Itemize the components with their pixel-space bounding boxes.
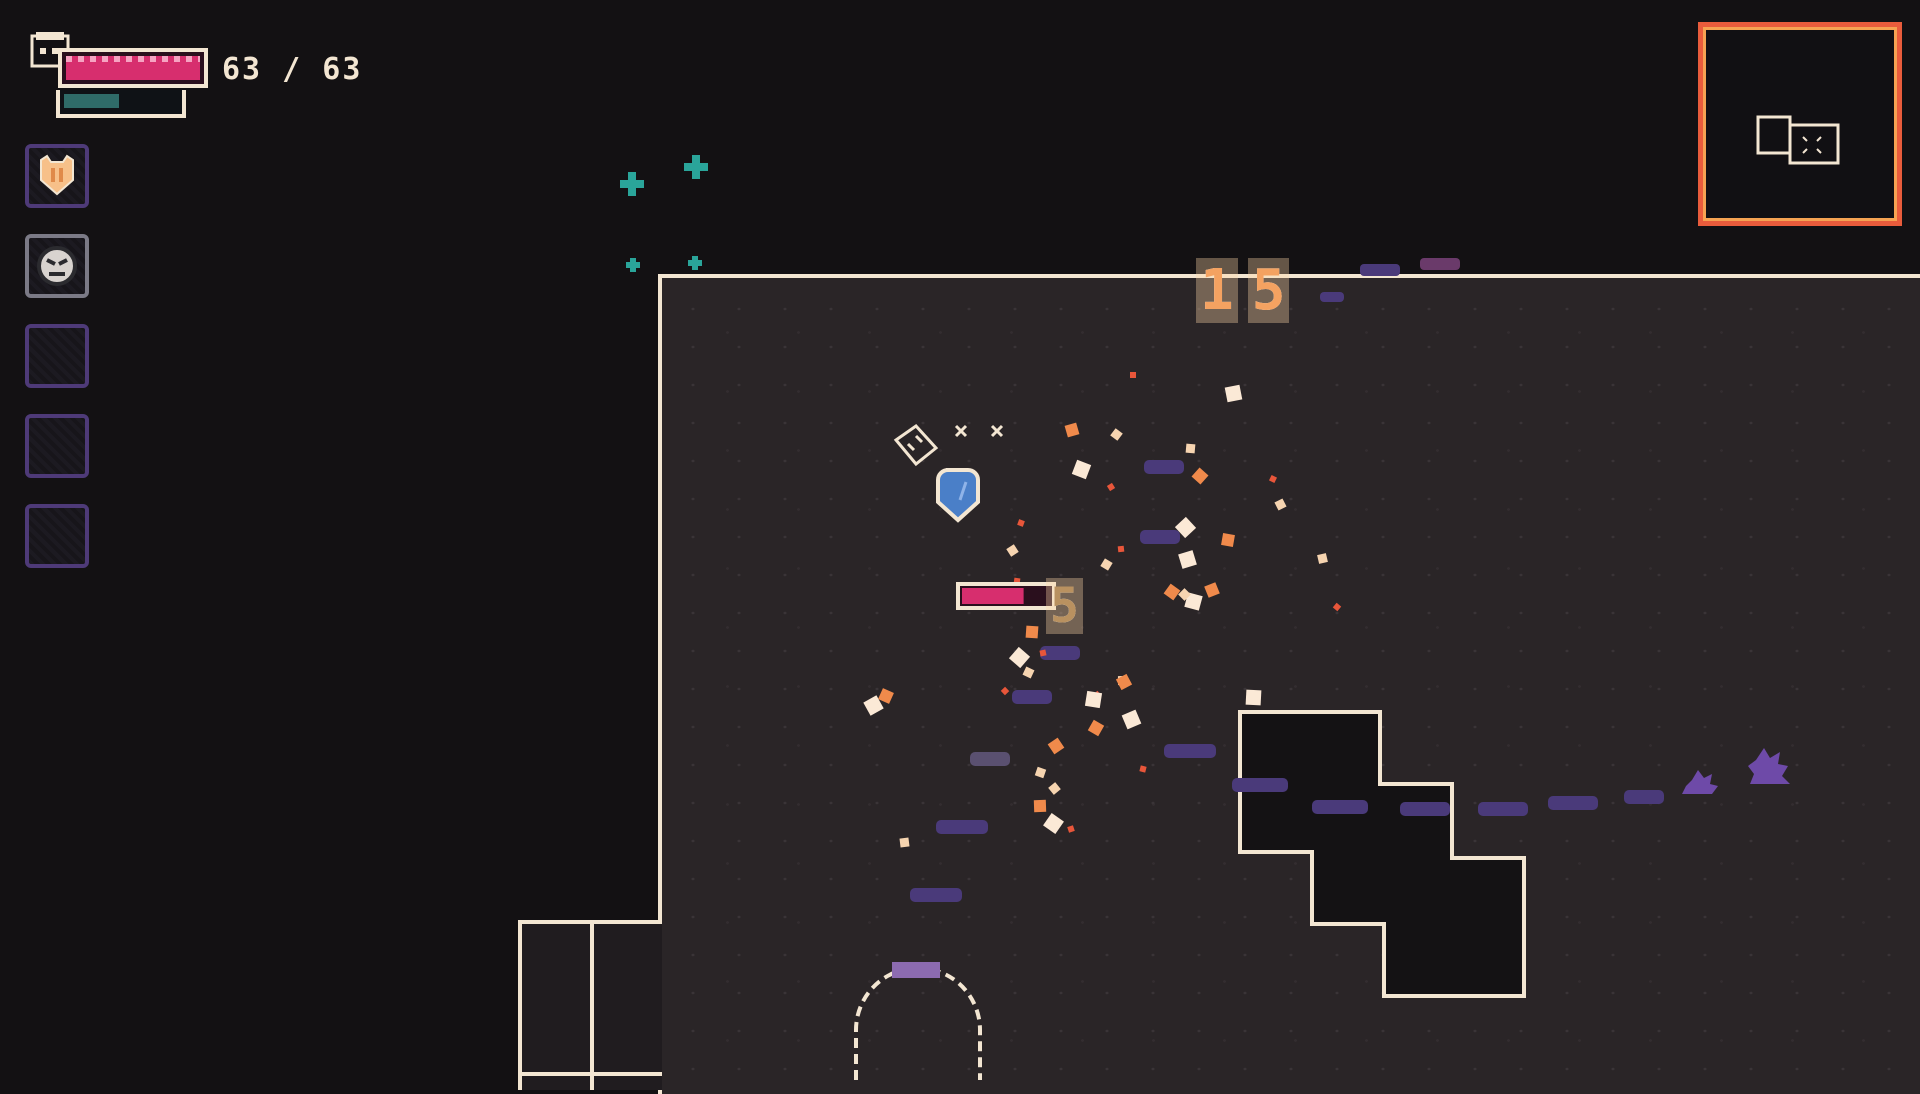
particle [1100, 558, 1113, 571]
pit [1238, 710, 1526, 998]
particle [1043, 813, 1064, 834]
spiky-enemy [1682, 748, 1790, 794]
particle [1006, 544, 1019, 557]
particle [1048, 782, 1061, 795]
particle [1117, 545, 1125, 553]
game-scene [620, 155, 1790, 1080]
particle [1084, 690, 1103, 709]
particle [1067, 825, 1075, 833]
particle [1317, 553, 1328, 564]
enemy-health-bar [956, 582, 1056, 610]
particle [1245, 689, 1262, 706]
particle [1274, 498, 1287, 511]
particle [1034, 766, 1047, 779]
particle [1110, 428, 1123, 441]
doorway-arch [854, 966, 982, 1080]
particle [1106, 482, 1116, 492]
particle [1047, 737, 1065, 755]
particle [1130, 372, 1136, 378]
particle [899, 837, 910, 848]
damage-number-small: 5 [1046, 578, 1093, 634]
player-weapon-icon [893, 424, 939, 467]
particle [1268, 474, 1278, 484]
particle [1022, 666, 1035, 679]
particle [1087, 719, 1105, 737]
particle [1204, 582, 1220, 598]
teal-sparkles [620, 155, 708, 272]
particle [1185, 443, 1196, 454]
particle [878, 688, 894, 704]
damage-digit-small: 5 [1046, 578, 1083, 634]
particle [1025, 625, 1039, 639]
particle [1017, 519, 1025, 527]
aim-crosshair [954, 424, 1004, 438]
player-character [936, 468, 980, 523]
particle [1191, 467, 1209, 485]
particle [1224, 384, 1243, 403]
particle [1033, 799, 1047, 813]
particle [1039, 649, 1047, 657]
damage-digit-2: 5 [1247, 258, 1290, 323]
particle [1000, 686, 1010, 696]
particle [1008, 646, 1031, 669]
particle [1332, 602, 1342, 612]
door-switch [892, 962, 940, 978]
particle [1178, 550, 1197, 569]
particle [1221, 533, 1235, 547]
damage-digit-1: 1 [1196, 258, 1238, 323]
particle [1071, 459, 1092, 480]
particle [1121, 709, 1142, 730]
particle [1139, 765, 1147, 773]
damage-number-large: 15 [1196, 258, 1299, 323]
particle [1163, 583, 1181, 601]
particle [1064, 422, 1080, 438]
